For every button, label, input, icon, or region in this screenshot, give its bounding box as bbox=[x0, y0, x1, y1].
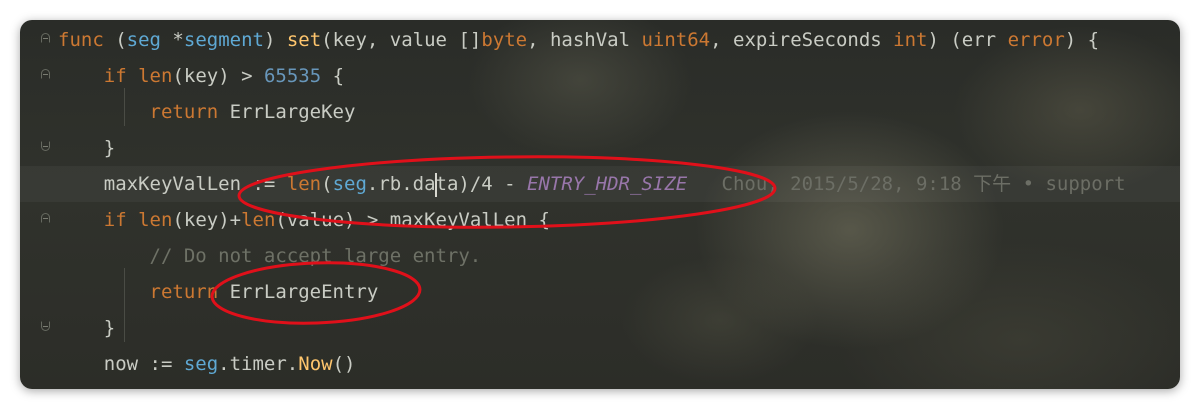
code-token: uint64 bbox=[641, 29, 711, 51]
code-token: ErrLargeKey bbox=[218, 101, 356, 123]
fold-open-icon[interactable] bbox=[41, 213, 51, 225]
code-token: len bbox=[138, 209, 173, 231]
code-token: error bbox=[1007, 29, 1065, 51]
code-line[interactable]: } bbox=[58, 310, 115, 346]
code-token: , hashVal bbox=[527, 29, 642, 51]
code-token: * bbox=[160, 29, 184, 51]
code-token: () bbox=[332, 353, 356, 375]
git-blame-annotation: Chou, 2015/5/28, 9:18 下午 • support bbox=[687, 173, 1126, 195]
code-token: seg bbox=[183, 353, 219, 375]
code-token: 65535 bbox=[263, 65, 322, 87]
code-line[interactable]: if len(key)+len(value) > maxKeyValLen { bbox=[58, 202, 550, 238]
fold-open-icon[interactable] bbox=[41, 69, 51, 81]
fold-close-icon[interactable] bbox=[41, 141, 51, 153]
code-token: (key) > bbox=[172, 65, 264, 87]
code-token: return bbox=[149, 101, 219, 123]
code-token: return bbox=[149, 281, 219, 303]
code-editor-screenshot: func (seg *segment) set(key, value []byt… bbox=[20, 20, 1180, 389]
code-line[interactable]: maxKeyValLen := len(seg.rb.data)/4 - ENT… bbox=[58, 166, 1126, 202]
code-token: , expireSeconds bbox=[710, 29, 894, 51]
code-token: maxKeyValLen := bbox=[58, 173, 287, 195]
code-line[interactable]: now := seg.timer.Now() bbox=[58, 346, 356, 382]
code-token: { bbox=[321, 65, 345, 87]
code-token: seg bbox=[332, 173, 367, 195]
code-token: func bbox=[58, 29, 104, 51]
code-token: .rb.da bbox=[366, 173, 436, 195]
code-token: if bbox=[103, 65, 127, 87]
code-token: ENTRY_HDR_SIZE bbox=[527, 173, 688, 195]
code-token: .timer. bbox=[218, 353, 299, 375]
code-token: len bbox=[286, 173, 322, 195]
code-token: } bbox=[58, 137, 116, 159]
code-token: ( bbox=[103, 29, 127, 51]
code-area[interactable]: func (seg *segment) set(key, value []byt… bbox=[58, 20, 1180, 375]
code-line[interactable]: func (seg *segment) set(key, value []byt… bbox=[58, 22, 1099, 58]
code-token: ) { bbox=[1064, 29, 1100, 51]
code-token: ) (err bbox=[927, 29, 1008, 51]
code-line[interactable]: return ErrLargeKey bbox=[58, 94, 356, 130]
code-line[interactable]: if len(key) > 65535 { bbox=[58, 58, 344, 94]
code-token: ( bbox=[321, 173, 333, 195]
code-line[interactable]: // Do not accept large entry. bbox=[58, 238, 482, 274]
code-token: byte bbox=[481, 29, 528, 51]
code-line[interactable]: return ErrLargeEntry bbox=[58, 274, 379, 310]
editor-gutter bbox=[20, 20, 60, 389]
code-token: Now bbox=[298, 353, 333, 375]
code-token: (key, value [] bbox=[321, 29, 482, 51]
code-token: ErrLargeEntry bbox=[218, 281, 379, 303]
fold-open-icon[interactable] bbox=[41, 33, 51, 45]
code-token: len bbox=[138, 65, 173, 87]
code-token: if bbox=[103, 209, 127, 231]
code-token: set bbox=[286, 29, 322, 51]
code-line[interactable]: } bbox=[58, 130, 115, 166]
fold-close-icon[interactable] bbox=[41, 321, 51, 333]
code-token: (value) > maxKeyValLen { bbox=[275, 209, 550, 231]
code-token: segment bbox=[183, 29, 264, 51]
code-token: ) bbox=[263, 29, 287, 51]
code-token: now := bbox=[58, 353, 184, 375]
code-token: } bbox=[58, 317, 116, 339]
code-token: // Do not accept large entry. bbox=[149, 245, 482, 267]
code-token: int bbox=[893, 29, 928, 51]
code-token: len bbox=[241, 209, 276, 231]
code-token: (key)+ bbox=[172, 209, 242, 231]
code-token: seg bbox=[126, 29, 161, 51]
code-token: ta)/4 - bbox=[435, 173, 528, 195]
